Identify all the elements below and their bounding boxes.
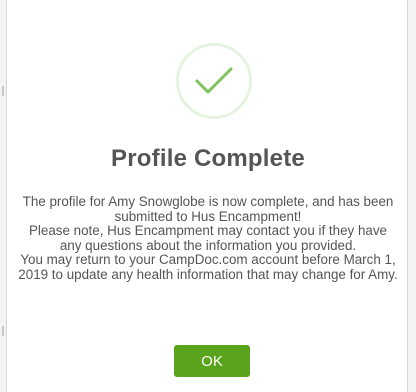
dialog-title: Profile Complete	[111, 145, 305, 172]
background-edge-mark	[2, 86, 4, 96]
ok-button[interactable]: OK	[174, 345, 250, 377]
message-line: Please note, Hus Encampment may contact …	[28, 223, 388, 253]
success-icon-circle	[176, 43, 252, 119]
background-edge-mark	[2, 326, 4, 336]
dialog-message: The profile for Amy Snowglobe is now com…	[17, 194, 399, 283]
message-line: The profile for Amy Snowglobe is now com…	[22, 194, 394, 224]
checkmark-icon	[195, 67, 233, 94]
profile-complete-dialog: Profile Complete The profile for Amy Sno…	[6, 0, 408, 392]
message-line: You may return to your CampDoc.com accou…	[18, 252, 398, 282]
